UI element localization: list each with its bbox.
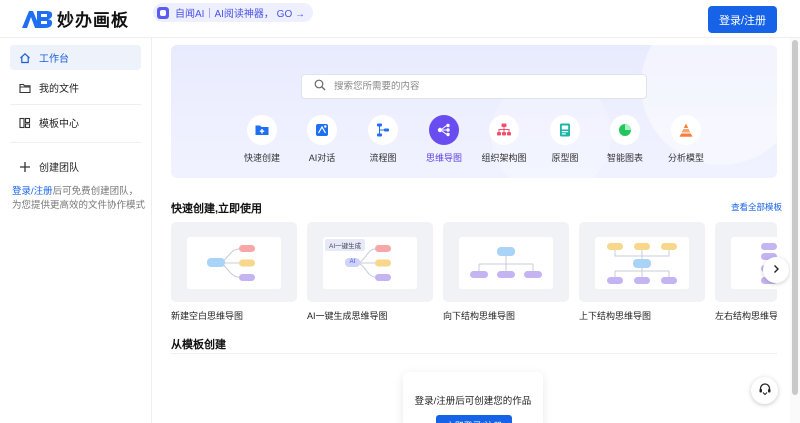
tool-label: 思维导图: [425, 153, 462, 163]
from-template-title: 从模板创建: [171, 339, 226, 351]
template-card-label: 新建空白思维导图: [171, 311, 244, 321]
tool-label: 流程图: [369, 153, 397, 163]
sidebar-item-create-team[interactable]: 创建团队: [10, 154, 141, 179]
section-divider: [171, 353, 777, 354]
plus-icon: [19, 161, 31, 173]
template-preview: AI一键生成 AI: [323, 237, 417, 289]
tool-label: 原型图: [551, 153, 579, 163]
home-icon: [19, 52, 31, 64]
team-note: 登录/注册后可免费创建团队，为您提供更高效的文件协作模式: [12, 185, 146, 213]
org-chart-icon: [489, 115, 519, 145]
login-prompt-card: 登录/注册后可创建您的作品 立即登录/注册: [403, 372, 543, 423]
tool-smart-chart[interactable]: 智能图表: [595, 115, 655, 167]
login-register-button[interactable]: 登录/注册: [708, 6, 777, 33]
tool-label: 智能图表: [606, 153, 643, 163]
login-prompt-text: 登录/注册后可创建您的作品: [414, 396, 532, 407]
sidebar-item-my-files[interactable]: 我的文件: [10, 75, 141, 100]
logo[interactable]: 妙办画板: [20, 6, 129, 31]
carousel-next-button[interactable]: [763, 257, 789, 283]
search-box[interactable]: [301, 74, 647, 99]
pie-chart-icon: [610, 115, 640, 145]
promo-text: 自闻AI｜AI阅读神器， GO →: [175, 9, 306, 20]
flowchart-icon: [368, 115, 398, 145]
support-float-button[interactable]: [751, 377, 778, 404]
view-all-templates-link[interactable]: 查看全部模板: [731, 201, 782, 213]
tool-label: 组织架构图: [481, 153, 527, 163]
template-preview: [595, 237, 689, 289]
template-card-label: 向下结构思维导图: [443, 311, 516, 321]
template-preview: [187, 237, 281, 289]
search-input[interactable]: [334, 81, 634, 92]
sidebar-item-template-center[interactable]: 模板中心: [10, 110, 141, 135]
sidebar-item-label: 我的文件: [39, 84, 79, 95]
template-preview: [459, 237, 553, 289]
sidebar-item-label: 创建团队: [39, 163, 79, 174]
sidebar-item-label: 模板中心: [39, 119, 79, 130]
tool-label: 分析模型: [667, 153, 704, 163]
template-card-label: 上下结构思维导图: [579, 311, 652, 321]
promo-banner[interactable]: 自闻AI｜AI阅读神器， GO →: [153, 3, 314, 22]
ai-chip: AI: [349, 259, 356, 265]
sidebar-item-workbench[interactable]: 工作台: [10, 45, 141, 70]
sidebar-divider: [10, 104, 141, 105]
folder-plus-icon: [247, 115, 277, 145]
template-card-downward-mindmap[interactable]: [443, 222, 569, 302]
logo-mark-icon: [20, 8, 54, 30]
tool-mindmap[interactable]: 思维导图: [414, 115, 474, 167]
template-card-ai-mindmap[interactable]: AI一键生成 AI: [307, 222, 433, 302]
template-card-blank-mindmap[interactable]: [171, 222, 297, 302]
sidebar-item-label: 工作台: [39, 54, 69, 65]
tool-org-chart[interactable]: 组织架构图: [474, 115, 534, 167]
search-icon: [314, 79, 326, 94]
login-now-button[interactable]: 立即登录/注册: [436, 415, 512, 423]
folder-icon: [19, 82, 31, 94]
promo-icon: [157, 6, 169, 19]
tool-label: AI对话: [308, 153, 336, 163]
chevron-right-icon: [771, 264, 781, 277]
pyramid-icon: [671, 115, 701, 145]
template-card-label: AI一键生成思维导图: [307, 311, 388, 321]
prototype-icon: [550, 115, 580, 145]
ai-chat-icon: [307, 115, 337, 145]
quick-create-title: 快速创建,立即使用: [171, 203, 263, 215]
scrollbar-thumb[interactable]: [792, 40, 798, 395]
template-card-label: 左右结构思维导图: [715, 311, 777, 321]
tool-label: 快速创建: [243, 153, 280, 163]
hero-panel: 快速创建 AI对话 流程图 思维导图 组织架构图 原型图 智能图表: [171, 45, 777, 178]
tool-ai-chat[interactable]: AI对话: [292, 115, 352, 167]
tool-quick-create[interactable]: 快速创建: [232, 115, 292, 167]
top-header: 妙办画板 自闻AI｜AI阅读神器， GO → 登录/注册: [0, 0, 800, 38]
mindmap-icon: [429, 115, 459, 145]
ai-badge: AI一键生成: [325, 239, 366, 251]
tool-flowchart[interactable]: 流程图: [353, 115, 413, 167]
sidebar-divider: [10, 142, 141, 143]
team-note-login-link[interactable]: 登录/注册: [12, 186, 53, 197]
logo-text: 妙办画板: [57, 11, 129, 30]
sidebar: 工作台 我的文件 模板中心 创建团队 登录/注册后可免费创建团队，为您提供更高效…: [0, 38, 152, 423]
template-card-updown-mindmap[interactable]: [579, 222, 705, 302]
template-icon: [19, 117, 31, 129]
customer-service-icon: [758, 382, 772, 399]
tool-prototype[interactable]: 原型图: [535, 115, 595, 167]
tool-analysis-model[interactable]: 分析模型: [656, 115, 716, 167]
